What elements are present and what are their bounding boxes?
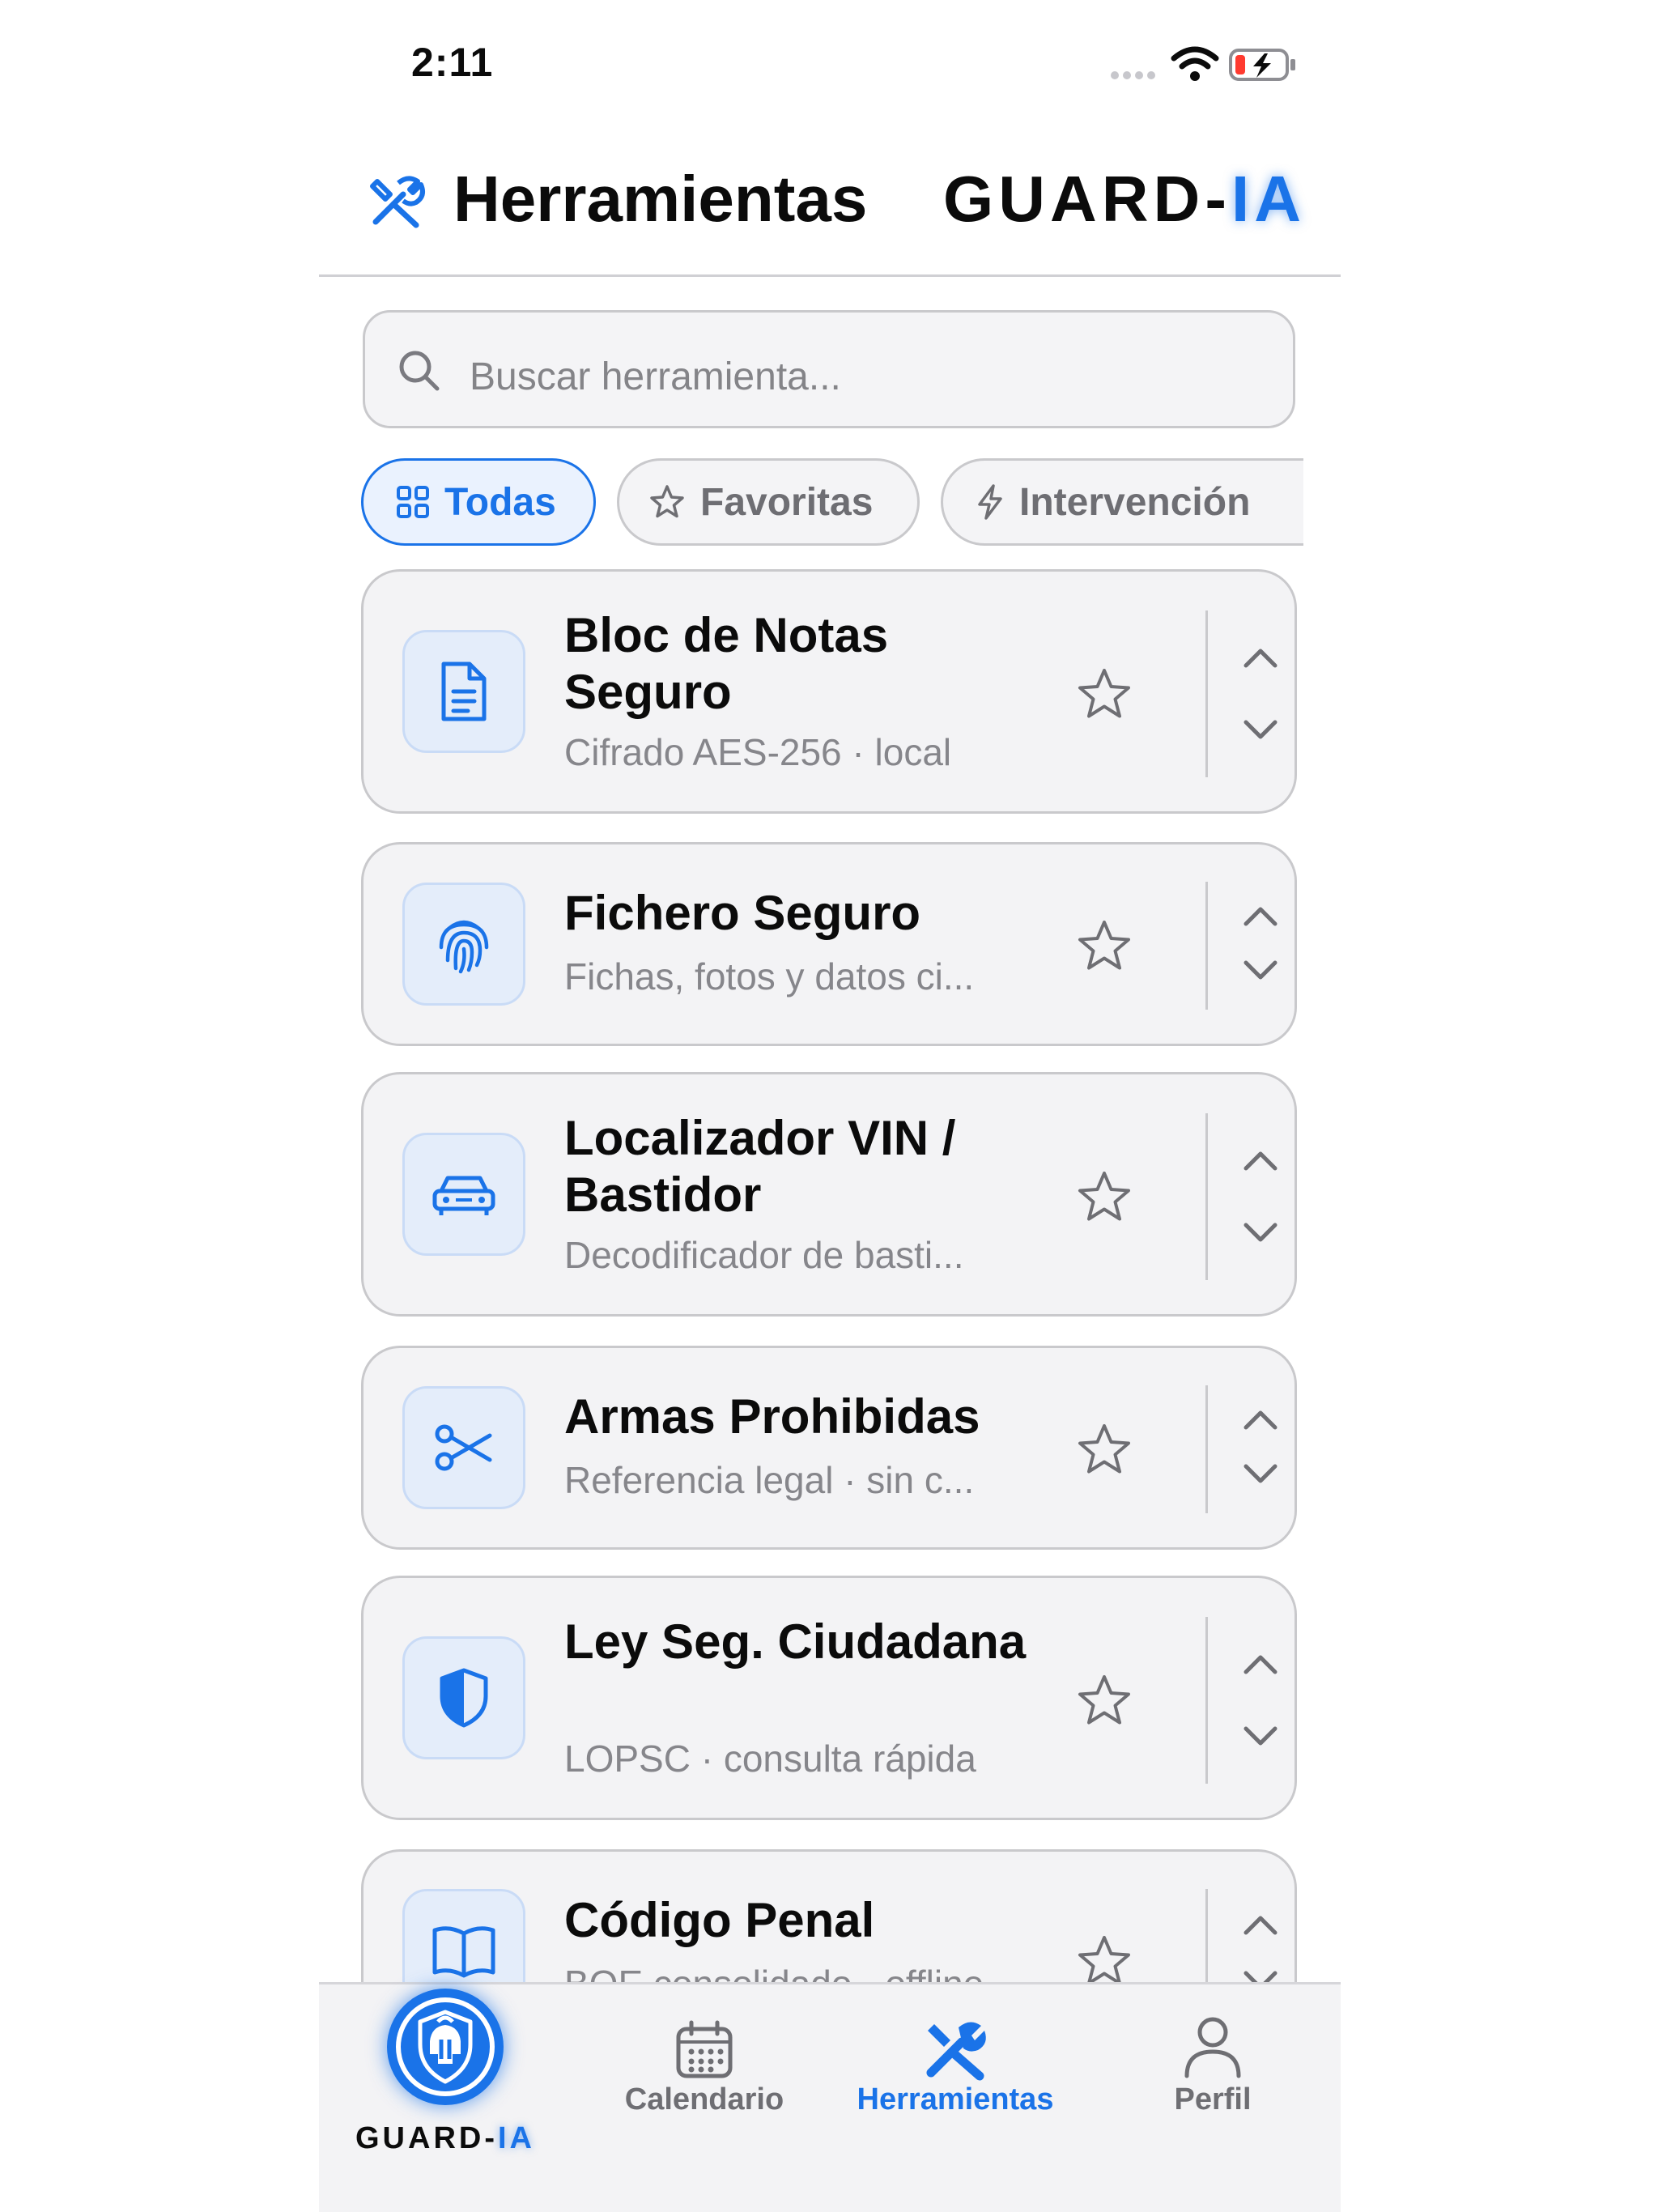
- car-icon: [432, 1176, 495, 1215]
- profile-icon[interactable]: [1182, 2014, 1244, 2079]
- favorite-star-icon[interactable]: [1076, 917, 1133, 974]
- fingerprint-icon: [439, 920, 489, 974]
- tab-perfil[interactable]: Perfil: [1133, 2082, 1292, 2117]
- scissors-icon: [435, 1424, 492, 1471]
- card-divider: [1205, 610, 1208, 777]
- tool-card-ley-seg-ciudadana[interactable]: Ley Seg. Ciudadana LOPSC · consulta rápi…: [361, 1576, 1297, 1820]
- tool-subtitle: Cifrado AES-256 · local: [564, 731, 952, 773]
- tab-guard-ia[interactable]: GUARD-IA: [348, 2121, 542, 2156]
- move-down-chevron-icon[interactable]: [1236, 1965, 1285, 1982]
- tool-title: Fichero Seguro: [564, 886, 921, 940]
- tool-icon-box: [402, 1133, 525, 1256]
- book-icon: [432, 1926, 495, 1978]
- tool-subtitle: Referencia legal · sin c...: [564, 1459, 975, 1501]
- move-up-chevron-icon[interactable]: [1236, 900, 1285, 932]
- move-down-chevron-icon[interactable]: [1236, 1721, 1285, 1753]
- calendar-icon[interactable]: [674, 2019, 735, 2081]
- tool-subtitle: LOPSC · consulta rápida: [564, 1738, 976, 1780]
- move-down-chevron-icon[interactable]: [1236, 714, 1285, 747]
- tool-subtitle: Decodificador de basti...: [564, 1234, 964, 1276]
- tool-icon-box: [402, 1386, 525, 1509]
- tool-card-fichero[interactable]: Fichero Seguro Fichas, fotos y datos ci.…: [361, 842, 1297, 1046]
- shield-icon: [440, 1668, 488, 1728]
- tab-brand-prefix: GUARD-: [355, 2121, 498, 2155]
- move-down-chevron-icon[interactable]: [1236, 1217, 1285, 1249]
- guard-ia-home-button[interactable]: [387, 1989, 504, 2105]
- tab-calendario[interactable]: Calendario: [599, 2082, 810, 2117]
- tool-card-codigo-penal[interactable]: Código Penal BOE consolidado · offline: [361, 1849, 1297, 1982]
- tool-title: Bloc de Notas Seguro: [564, 608, 889, 719]
- tools-tab-icon[interactable]: [923, 2016, 989, 2082]
- tool-title: Localizador VIN / Bastidor: [564, 1111, 956, 1222]
- card-divider: [1205, 882, 1208, 1010]
- card-divider: [1205, 1617, 1208, 1784]
- tool-icon-box: [402, 1636, 525, 1759]
- favorite-star-icon[interactable]: [1076, 666, 1133, 722]
- card-divider: [1205, 1385, 1208, 1513]
- move-up-chevron-icon[interactable]: [1236, 1403, 1285, 1436]
- tool-title: Código Penal: [564, 1893, 875, 1947]
- move-up-chevron-icon[interactable]: [1236, 1144, 1285, 1176]
- move-up-chevron-icon[interactable]: [1236, 1908, 1285, 1941]
- favorite-star-icon[interactable]: [1076, 1421, 1133, 1478]
- tab-herramientas[interactable]: Herramientas: [842, 2082, 1069, 2117]
- move-up-chevron-icon[interactable]: [1236, 1648, 1285, 1680]
- favorite-star-icon[interactable]: [1076, 1672, 1133, 1729]
- tool-subtitle: BOE consolidado · offline: [564, 1962, 1066, 1982]
- tool-title: Ley Seg. Ciudadana: [564, 1614, 1027, 1669]
- tool-icon-box: [402, 883, 525, 1006]
- move-down-chevron-icon[interactable]: [1236, 1458, 1285, 1491]
- document-icon: [441, 661, 487, 721]
- favorite-star-icon[interactable]: [1076, 1168, 1133, 1225]
- tool-icon-box: [402, 630, 525, 753]
- move-down-chevron-icon[interactable]: [1236, 955, 1285, 987]
- tool-title: Armas Prohibidas: [564, 1389, 980, 1444]
- favorite-star-icon[interactable]: [1076, 1933, 1133, 1982]
- move-up-chevron-icon[interactable]: [1236, 641, 1285, 674]
- card-divider: [1205, 1113, 1208, 1280]
- tool-card-localizador-vin[interactable]: Localizador VIN / Bastidor Decodificador…: [361, 1072, 1297, 1317]
- tool-icon-box: [402, 1889, 525, 1982]
- tool-subtitle: Fichas, fotos y datos ci...: [564, 955, 975, 998]
- spartan-shield-icon: [396, 1997, 495, 2096]
- tool-card-armas-prohibidas[interactable]: Armas Prohibidas Referencia legal · sin …: [361, 1346, 1297, 1550]
- tool-card-bloc-notas[interactable]: Bloc de Notas Seguro Cifrado AES-256 · l…: [361, 569, 1297, 814]
- tool-list: Bloc de Notas Seguro Cifrado AES-256 · l…: [0, 0, 1658, 1982]
- card-divider: [1205, 1889, 1208, 1982]
- tab-brand-accent: IA: [497, 2121, 535, 2155]
